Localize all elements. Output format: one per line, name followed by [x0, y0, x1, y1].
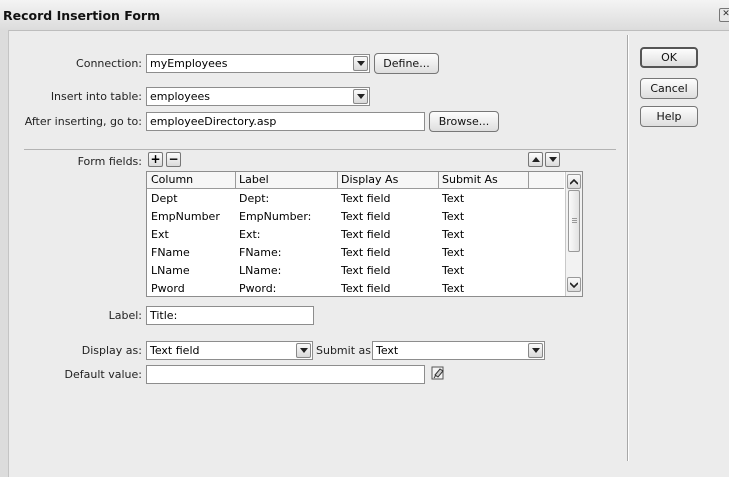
minus-icon: −: [168, 152, 179, 166]
table-row[interactable]: FName FName: Text field Text: [147, 245, 564, 261]
cell-column: Pword: [151, 282, 185, 295]
cell-display-as: Text field: [341, 246, 391, 259]
column-header[interactable]: Submit As: [442, 173, 498, 186]
insert-table-value: employees: [150, 90, 211, 103]
cell-label: LName:: [239, 264, 282, 277]
connection-label: Connection:: [76, 57, 142, 70]
divider: [24, 149, 616, 150]
chevron-down-icon[interactable]: [353, 89, 368, 104]
column-header[interactable]: Label: [239, 173, 269, 186]
triangle-up-icon: [532, 157, 540, 162]
cell-display-as: Text field: [341, 282, 391, 295]
submit-as-value: Text: [376, 344, 399, 357]
cell-submit-as: Text: [442, 228, 465, 241]
cell-submit-as: Text: [442, 246, 465, 259]
cell-column: FName: [151, 246, 190, 259]
scroll-down-button[interactable]: [567, 277, 581, 292]
default-value-input[interactable]: [146, 365, 425, 384]
cell-column: Ext: [151, 228, 169, 241]
table-row[interactable]: LName LName: Text field Text: [147, 263, 564, 279]
cell-submit-as: Text: [442, 210, 465, 223]
window-title: Record Insertion Form: [3, 8, 161, 23]
dynamic-data-icon[interactable]: [431, 365, 447, 381]
close-icon[interactable]: ✕: [719, 8, 729, 22]
chevron-down-icon: [570, 282, 578, 288]
window-frame: [0, 30, 9, 477]
after-insert-input[interactable]: employeeDirectory.asp: [146, 112, 425, 131]
help-button[interactable]: Help: [640, 106, 698, 127]
default-value-label: Default value:: [64, 368, 142, 381]
cell-label: EmpNumber:: [239, 210, 312, 223]
insert-table-label: Insert into table:: [50, 90, 142, 103]
after-insert-label: After inserting, go to:: [24, 115, 142, 128]
display-as-value: Text field: [150, 344, 200, 357]
move-up-button[interactable]: [528, 152, 543, 167]
cell-submit-as: Text: [442, 264, 465, 277]
triangle-down-icon: [549, 157, 557, 162]
move-down-button[interactable]: [545, 152, 560, 167]
form-fields-grid[interactable]: Column Label Display As Submit As Dept D…: [146, 171, 583, 297]
column-separator: [337, 172, 338, 188]
scroll-thumb[interactable]: [568, 190, 580, 252]
add-field-button[interactable]: +: [148, 152, 163, 167]
remove-field-button[interactable]: −: [166, 152, 181, 167]
grip-line: [572, 220, 577, 221]
cell-label: Dept:: [239, 192, 270, 205]
chevron-down-icon[interactable]: [296, 343, 311, 358]
chevron-up-icon: [570, 179, 578, 185]
scroll-up-button[interactable]: [567, 174, 581, 189]
submit-as-label: Submit as:: [316, 344, 375, 357]
field-label-input[interactable]: Title:: [146, 306, 314, 325]
chevron-down-icon[interactable]: [353, 56, 368, 71]
cell-submit-as: Text: [442, 192, 465, 205]
cell-display-as: Text field: [341, 228, 391, 241]
cell-column: LName: [151, 264, 190, 277]
connection-value: myEmployees: [150, 57, 228, 70]
button-column-divider: [627, 35, 629, 461]
table-row[interactable]: Dept Dept: Text field Text: [147, 191, 564, 207]
plus-icon: +: [150, 152, 161, 166]
display-as-select[interactable]: Text field: [146, 341, 313, 360]
column-separator: [438, 172, 439, 188]
table-row[interactable]: Pword Pword: Text field Text: [147, 281, 564, 296]
submit-as-select[interactable]: Text: [372, 341, 545, 360]
grip-line: [572, 222, 577, 223]
column-separator: [235, 172, 236, 188]
cell-label: Pword:: [239, 282, 277, 295]
insert-table-select[interactable]: employees: [146, 87, 370, 106]
cell-column: EmpNumber: [151, 210, 220, 223]
field-label-label: Label:: [108, 309, 142, 322]
cell-label: FName:: [239, 246, 282, 259]
grip-line: [572, 218, 577, 219]
browse-button[interactable]: Browse...: [429, 111, 499, 132]
form-fields-label: Form fields:: [77, 155, 142, 168]
cell-column: Dept: [151, 192, 178, 205]
chevron-down-icon[interactable]: [528, 343, 543, 358]
column-header[interactable]: Column: [151, 173, 193, 186]
title-bar: Record Insertion Form ✕: [0, 0, 729, 31]
connection-select[interactable]: myEmployees: [146, 54, 370, 73]
table-row[interactable]: Ext Ext: Text field Text: [147, 227, 564, 243]
define-button[interactable]: Define...: [374, 53, 439, 74]
cell-display-as: Text field: [341, 192, 391, 205]
ok-button[interactable]: OK: [640, 47, 698, 68]
cell-label: Ext:: [239, 228, 261, 241]
cancel-button[interactable]: Cancel: [640, 78, 698, 99]
cell-display-as: Text field: [341, 264, 391, 277]
column-header[interactable]: Display As: [341, 173, 398, 186]
display-as-label: Display as:: [81, 344, 142, 357]
grid-scrollbar[interactable]: [565, 172, 582, 296]
cell-display-as: Text field: [341, 210, 391, 223]
cell-submit-as: Text: [442, 282, 465, 295]
column-separator: [528, 172, 529, 188]
table-row[interactable]: EmpNumber EmpNumber: Text field Text: [147, 209, 564, 225]
grid-header: Column Label Display As Submit As: [147, 172, 564, 189]
